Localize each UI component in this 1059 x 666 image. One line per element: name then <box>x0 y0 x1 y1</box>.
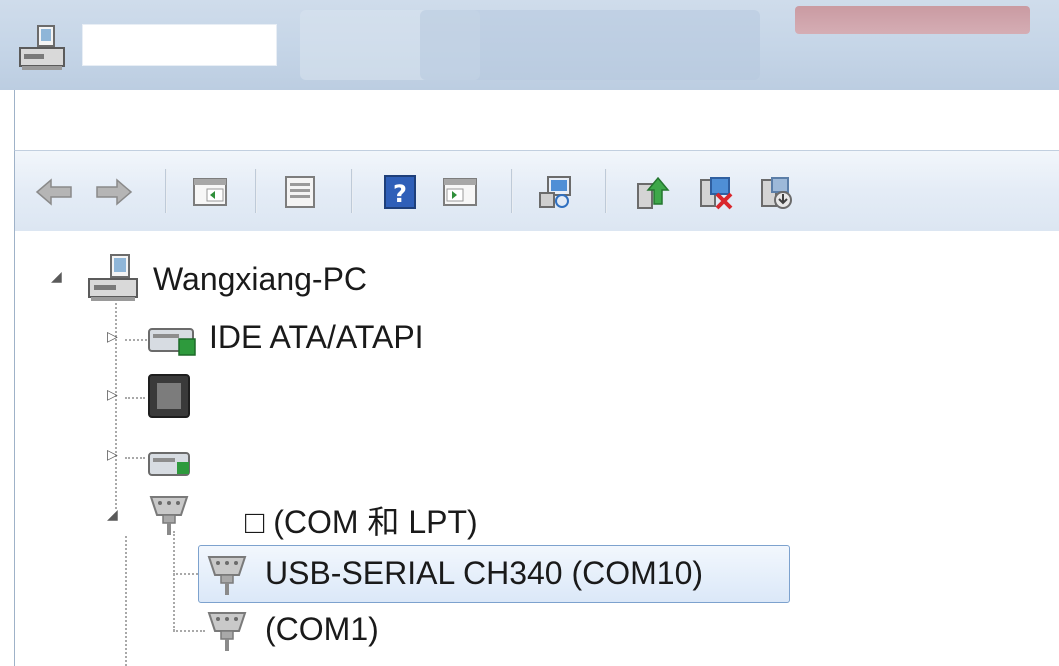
device-label-com1[interactable]: (COM1) <box>265 611 379 648</box>
toolbar-separator <box>255 169 257 213</box>
storage-controller-icon <box>145 447 195 485</box>
expand-arrow-icon[interactable]: ▷ <box>107 387 118 403</box>
title-bar <box>0 0 1059 90</box>
disable-device-icon[interactable] <box>757 173 795 211</box>
port-icon <box>205 553 249 601</box>
properties-icon[interactable] <box>281 173 319 211</box>
tree-connector <box>173 531 175 631</box>
category-label-ports[interactable]: □ (COM 和 LPT) <box>245 497 478 543</box>
toolbar: ? <box>14 150 1059 232</box>
tree-connector <box>173 630 205 632</box>
ide-controller-icon <box>145 319 201 363</box>
toolbar-separator <box>351 169 353 213</box>
help-icon[interactable]: ? <box>381 173 419 211</box>
device-label-ch340[interactable]: USB-SERIAL CH340 (COM10) <box>265 555 703 592</box>
window-title <box>82 24 277 66</box>
toolbar-separator <box>511 169 513 213</box>
expand-arrow-icon[interactable]: ▷ <box>107 447 118 463</box>
category-label-ide[interactable]: IDE ATA/ATAPI <box>209 319 424 356</box>
glass-streak <box>420 10 760 80</box>
toolbar-separator <box>165 169 167 213</box>
collapse-arrow-icon[interactable]: ◢ <box>51 269 62 285</box>
tree-connector <box>125 339 147 341</box>
tree-connector <box>125 536 127 666</box>
computer-icon <box>85 253 141 307</box>
processor-icon <box>147 373 191 423</box>
tree-root-label[interactable]: Wangxiang-PC <box>153 261 367 298</box>
port-icon <box>205 609 249 657</box>
tree-connector <box>125 397 145 399</box>
toolbar-separator <box>605 169 607 213</box>
update-driver-icon[interactable] <box>633 173 671 211</box>
show-action-pane-icon[interactable] <box>441 173 479 211</box>
show-hide-console-tree-icon[interactable] <box>191 173 229 211</box>
uninstall-device-icon[interactable] <box>697 173 735 211</box>
back-icon[interactable] <box>35 173 73 211</box>
computer-icon <box>16 24 68 72</box>
device-tree: ◢ Wangxiang-PC ▷ IDE ATA/ATAPI ▷ ▷ ◢ □ (… <box>14 231 1059 666</box>
forward-icon[interactable] <box>95 173 133 211</box>
menu-bar <box>14 90 1059 150</box>
svg-text:?: ? <box>393 180 407 208</box>
collapse-arrow-icon[interactable]: ◢ <box>107 507 118 523</box>
scan-hardware-changes-icon[interactable] <box>537 173 575 211</box>
port-icon <box>147 493 191 541</box>
expand-arrow-icon[interactable]: ▷ <box>107 329 118 345</box>
tree-connector <box>125 457 145 459</box>
close-button[interactable] <box>795 6 1030 34</box>
